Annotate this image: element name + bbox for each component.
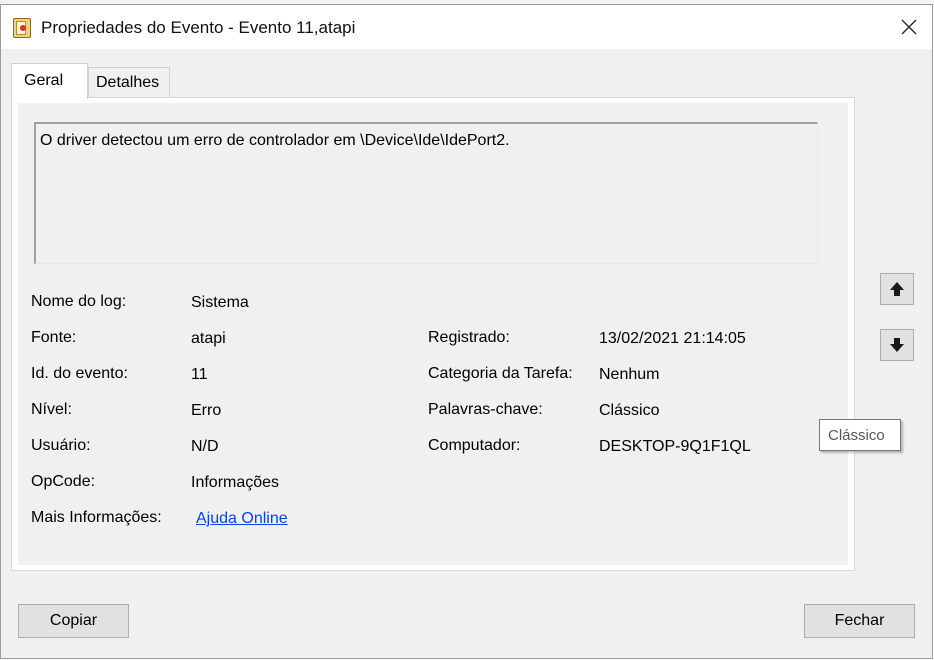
logged-value: 13/02/2021 21:14:05 [599,330,746,347]
task-category-value: Nenhum [599,366,660,383]
event-description[interactable]: O driver detectou um erro de controlador… [34,122,818,264]
logged-label: Registrado: [428,329,510,346]
computer-value: DESKTOP-9Q1F1QL [599,438,751,455]
user-value: N/D [191,438,219,455]
source-label: Fonte: [31,329,77,346]
level-value: Erro [191,402,222,419]
tab-detalhes[interactable]: Detalhes [88,67,170,98]
keywords-value: Clássico [599,402,660,419]
tab-geral[interactable]: Geral [11,63,88,99]
user-label: Usuário: [31,437,91,454]
close-icon[interactable] [886,5,932,49]
event-viewer-icon [13,18,31,38]
arrow-down-icon [890,338,904,352]
opcode-label: OpCode: [31,473,96,490]
log-name-value: Sistema [191,294,249,311]
previous-event-button[interactable] [880,273,914,305]
more-info-label: Mais Informações: [31,509,162,526]
level-label: Nível: [31,401,72,418]
keywords-tooltip: Clássico [819,419,901,451]
task-category-label: Categoria da Tarefa: [428,365,573,382]
title-bar: Propriedades do Evento - Evento 11,atapi [1,5,932,49]
event-properties-dialog: Propriedades do Evento - Evento 11,atapi… [0,4,933,659]
close-button[interactable]: Fechar [804,604,915,638]
general-panel: O driver detectou um erro de controlador… [11,97,855,571]
event-id-label: Id. do evento: [31,365,128,382]
event-id-value: 11 [191,366,208,383]
next-event-button[interactable] [880,329,914,361]
opcode-value: Informações [191,474,280,491]
arrow-up-icon [890,282,904,296]
copy-button[interactable]: Copiar [18,604,129,638]
log-name-label: Nome do log: [31,293,127,310]
source-value: atapi [191,330,226,347]
online-help-link[interactable]: Ajuda Online [196,510,288,528]
computer-label: Computador: [428,437,521,454]
window-title: Propriedades do Evento - Evento 11,atapi [41,18,356,37]
keywords-label: Palavras-chave: [428,401,543,418]
general-panel-content: O driver detectou um erro de controlador… [18,103,848,565]
